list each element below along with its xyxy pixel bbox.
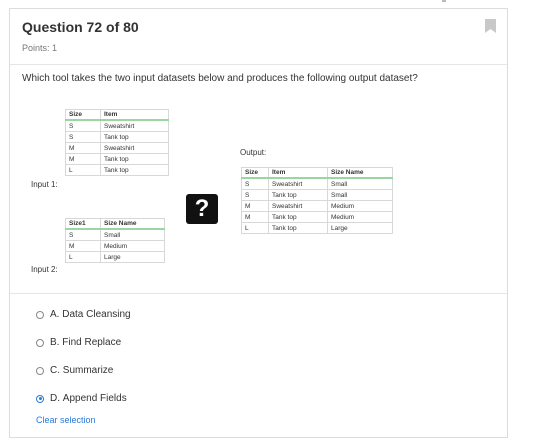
table-cell: Medium bbox=[327, 200, 393, 212]
input1-label: Input 1: bbox=[31, 180, 58, 189]
table-cell: M bbox=[65, 153, 101, 165]
table-row: M Medium bbox=[65, 240, 165, 252]
table-cell: M bbox=[241, 200, 269, 212]
table-row: L Tank top bbox=[65, 164, 169, 176]
table-header: Size Name bbox=[100, 218, 165, 230]
table-cell: S bbox=[241, 177, 269, 190]
table-header: Size Name bbox=[327, 167, 393, 179]
table-cell: L bbox=[65, 251, 101, 263]
table-header: Item bbox=[268, 167, 328, 179]
table-cell: Tank top bbox=[268, 211, 328, 223]
option-text: Summarize bbox=[62, 365, 114, 376]
table-cell: S bbox=[65, 131, 101, 143]
question-text: Which tool takes the two input datasets … bbox=[22, 73, 418, 84]
option-text: Data Cleansing bbox=[62, 309, 131, 320]
table-cell: L bbox=[241, 222, 269, 234]
table-row: S Small bbox=[65, 228, 165, 241]
output-table: Size Item Size Name S Sweatshirt Small S Ta… bbox=[241, 167, 393, 234]
bookmark-icon[interactable] bbox=[485, 19, 496, 33]
table-header: Item bbox=[100, 109, 169, 121]
table-row: S Sweatshirt bbox=[65, 119, 169, 132]
table-cell: Large bbox=[100, 251, 165, 263]
table-cell: Small bbox=[327, 189, 393, 201]
header-divider bbox=[10, 64, 507, 65]
table-cell: Small bbox=[327, 177, 393, 190]
option-c[interactable]: C. Summarize bbox=[36, 365, 113, 376]
table-cell: Tank top bbox=[100, 164, 169, 176]
table-cell: Sweatshirt bbox=[100, 142, 169, 154]
question-mark-icon: ? bbox=[186, 194, 218, 224]
question-card: Question 72 of 80 Points: 1 Which tool t… bbox=[9, 8, 508, 438]
radio-button[interactable] bbox=[36, 366, 44, 375]
question-title: Question 72 of 80 bbox=[22, 19, 139, 35]
table-cell: M bbox=[241, 211, 269, 223]
table-cell: S bbox=[65, 119, 101, 132]
option-letter: D. bbox=[50, 393, 60, 404]
table-cell: Sweatshirt bbox=[100, 119, 169, 132]
points-label: Points: 1 bbox=[22, 43, 58, 53]
table-cell: Tank top bbox=[100, 131, 169, 143]
option-letter: C. bbox=[50, 365, 60, 376]
options-divider bbox=[10, 293, 507, 294]
table-row: S Tank top bbox=[65, 131, 169, 143]
table-row: L Large bbox=[65, 251, 165, 263]
clear-selection-link[interactable]: Clear selection bbox=[36, 415, 96, 425]
table-cell: Medium bbox=[100, 240, 165, 252]
table-cell: Tank top bbox=[268, 222, 328, 234]
option-letter: B. bbox=[50, 337, 60, 348]
table-header: Size bbox=[241, 167, 269, 179]
table-header: Size1 bbox=[65, 218, 101, 230]
table-row: M Sweatshirt Medium bbox=[241, 200, 393, 212]
option-text: Find Replace bbox=[62, 337, 122, 348]
table-cell: Tank top bbox=[100, 153, 169, 165]
table-cell: Sweatshirt bbox=[268, 200, 328, 212]
table-cell: Large bbox=[327, 222, 393, 234]
table-row: S Tank top Small bbox=[241, 189, 393, 201]
table-cell: Small bbox=[100, 228, 165, 241]
table-row: M Tank top bbox=[65, 153, 169, 165]
table-cell: M bbox=[65, 240, 101, 252]
table-header: Size bbox=[65, 109, 101, 121]
table-cell: L bbox=[65, 164, 101, 176]
output-label: Output: bbox=[240, 148, 267, 157]
option-d[interactable]: D. Append Fields bbox=[36, 393, 127, 404]
table-cell: S bbox=[65, 228, 101, 241]
option-text: Append Fields bbox=[62, 393, 127, 404]
table-row: S Sweatshirt Small bbox=[241, 177, 393, 190]
option-b[interactable]: B. Find Replace bbox=[36, 337, 121, 348]
input2-label: Input 2: bbox=[31, 265, 58, 274]
table-row: M Sweatshirt bbox=[65, 142, 169, 154]
input1-table: Size Item S Sweatshirt S Tank top M Sweatsh… bbox=[65, 109, 169, 176]
table-cell: Tank top bbox=[268, 189, 328, 201]
table-cell: S bbox=[241, 189, 269, 201]
table-cell: M bbox=[65, 142, 101, 154]
table-row: L Tank top Large bbox=[241, 222, 393, 234]
option-a[interactable]: A. Data Cleansing bbox=[36, 309, 131, 320]
scroll-indicator bbox=[442, 0, 446, 2]
input2-table: Size1 Size Name S Small M Medium L Large bbox=[65, 218, 165, 263]
table-cell: Sweatshirt bbox=[268, 177, 328, 190]
radio-button[interactable] bbox=[36, 338, 44, 347]
radio-button-selected[interactable] bbox=[36, 394, 44, 403]
radio-button[interactable] bbox=[36, 310, 44, 319]
table-row: M Tank top Medium bbox=[241, 211, 393, 223]
table-cell: Medium bbox=[327, 211, 393, 223]
option-letter: A. bbox=[50, 309, 60, 320]
